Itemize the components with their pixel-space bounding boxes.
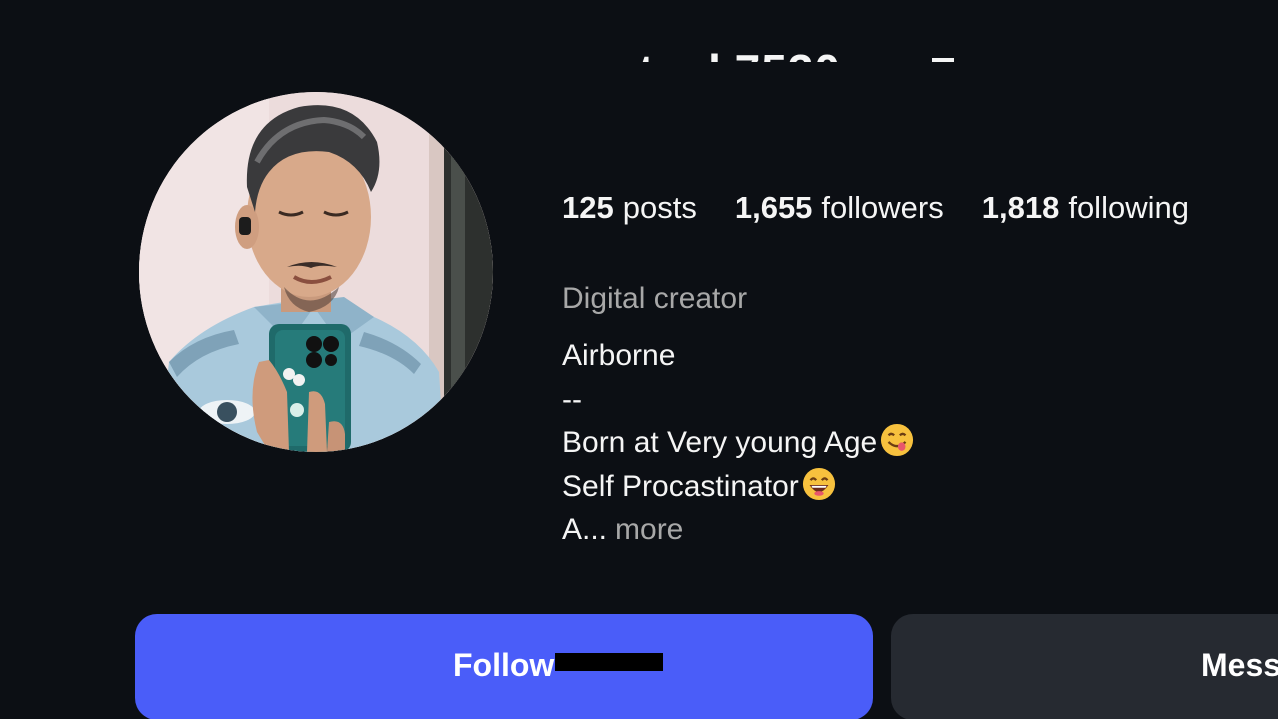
posts-label: posts [622, 190, 697, 225]
username-header: prateek7530 [560, 34, 980, 62]
profile-bio: Airborne -- Born at Very young Age Self … [562, 334, 914, 552]
bio-line: -- [562, 382, 582, 416]
username[interactable]: prateek7530 [564, 44, 841, 62]
bio-line: Airborne [562, 339, 676, 372]
profile-category: Digital creator [562, 282, 748, 315]
followers-label: followers [821, 190, 944, 225]
profile-stats: 125 posts 1,655 followers 1,818 following [562, 190, 1189, 226]
chevron-down-icon[interactable] [932, 58, 954, 62]
following-count: 1,818 [981, 190, 1060, 225]
avatar-photo [139, 92, 493, 452]
following-stat[interactable]: 1,818 following [982, 190, 1189, 226]
bio-text: A... [562, 513, 608, 546]
avatar[interactable] [139, 92, 493, 452]
bio-line-truncated: A... more [562, 508, 914, 552]
profile-page: prateek7530 [0, 0, 1278, 719]
follow-button[interactable]: Follow [135, 614, 873, 719]
bio-text: Self Procastinator [562, 469, 799, 503]
bio-line-with-emoji: Self Procastinator [562, 465, 914, 509]
more-link[interactable]: more [615, 513, 683, 546]
face-savoring-food-emoji [881, 423, 914, 457]
message-button[interactable]: Mess [891, 614, 1278, 719]
posts-count: 125 [562, 190, 614, 225]
follow-button-label: Follow [453, 647, 555, 683]
following-label: following [1068, 190, 1189, 225]
grinning-face-emoji [802, 467, 835, 500]
message-button-label: Mess [1201, 647, 1278, 683]
followers-count: 1,655 [734, 190, 813, 225]
bio-text: Born at Very young Age [562, 426, 878, 459]
followers-stat[interactable]: 1,655 followers [735, 190, 944, 226]
redaction-bar [555, 653, 663, 671]
posts-stat: 125 posts [562, 190, 697, 226]
bio-line-with-emoji: Born at Very young Age [562, 421, 914, 465]
